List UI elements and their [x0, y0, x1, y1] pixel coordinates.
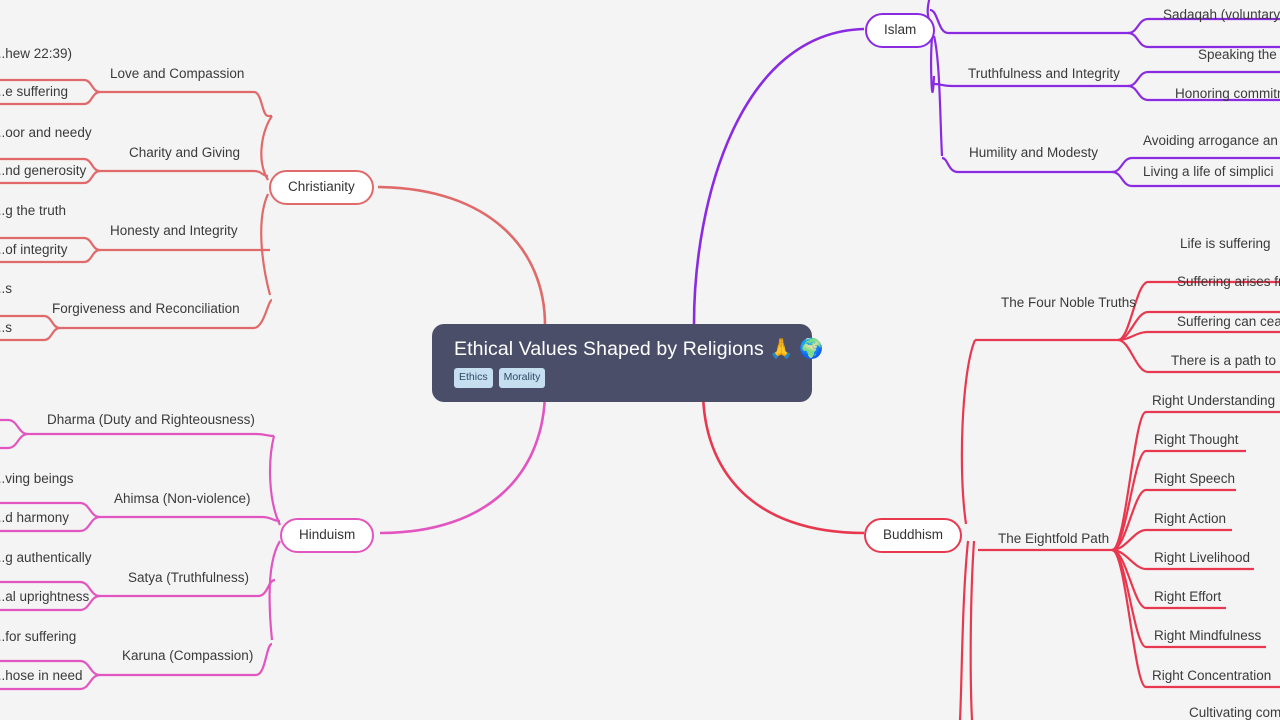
- leaf-buddhism-ep-8[interactable]: Right Concentration: [1152, 669, 1271, 683]
- branch-node-christianity[interactable]: Christianity: [269, 170, 374, 205]
- leaf-buddhism-nt-3[interactable]: Suffering can cea: [1177, 315, 1280, 329]
- leaf-hinduism-karuna-2[interactable]: ...hose in need: [0, 669, 83, 683]
- leaf-islam-sadaqah[interactable]: Sadaqah (voluntary: [1163, 8, 1280, 22]
- root-node[interactable]: Ethical Values Shaped by Religions 🙏 🌍 E…: [432, 324, 824, 402]
- leaf-buddhism-ep-6[interactable]: Right Effort: [1154, 590, 1221, 604]
- leaf-hinduism-karuna-1[interactable]: ...for suffering: [0, 630, 76, 644]
- tag-morality[interactable]: Morality: [498, 368, 546, 388]
- tag-ethics[interactable]: Ethics: [454, 368, 493, 388]
- leaf-hinduism-satya-2[interactable]: ...al uprightness: [0, 590, 89, 604]
- topic-truthfulness-and-integrity[interactable]: Truthfulness and Integrity: [968, 67, 1120, 81]
- branch-node-hinduism[interactable]: Hinduism: [280, 518, 375, 553]
- mindmap-canvas: Ethical Values Shaped by Religions 🙏 🌍 E…: [0, 0, 1280, 720]
- leaf-buddhism-ep-1[interactable]: Right Understanding: [1152, 394, 1275, 408]
- topic-love-and-compassion[interactable]: Love and Compassion: [110, 67, 244, 81]
- leaf-buddhism-ep-5[interactable]: Right Livelihood: [1154, 551, 1250, 565]
- topic-humility-and-modesty[interactable]: Humility and Modesty: [969, 146, 1098, 160]
- leaf-islam-truth-1[interactable]: Speaking the truth: [1198, 48, 1280, 62]
- topic-charity-and-giving[interactable]: Charity and Giving: [129, 146, 240, 160]
- leaf-christianity-forgiveness-1[interactable]: ...s: [0, 282, 12, 296]
- leaf-islam-truth-2[interactable]: Honoring commitm: [1175, 87, 1280, 101]
- topic-honesty-and-integrity[interactable]: Honesty and Integrity: [110, 224, 238, 238]
- edges-hinduism: [0, 389, 547, 691]
- leaf-buddhism-cultivating[interactable]: Cultivating com: [1189, 706, 1280, 720]
- leaf-buddhism-ep-7[interactable]: Right Mindfulness: [1154, 629, 1261, 643]
- branch-node-islam[interactable]: Islam: [865, 13, 936, 48]
- leaf-christianity-love-1[interactable]: ...hew 22:39): [0, 47, 72, 61]
- leaf-christianity-forgiveness-2[interactable]: ...s: [0, 321, 12, 335]
- leaf-buddhism-nt-1[interactable]: Life is suffering: [1180, 237, 1271, 251]
- leaf-christianity-charity-1[interactable]: ...oor and needy: [0, 126, 92, 140]
- root-tags: Ethics Morality: [454, 368, 790, 388]
- leaf-buddhism-ep-3[interactable]: Right Speech: [1154, 472, 1235, 486]
- leaf-buddhism-ep-2[interactable]: Right Thought: [1154, 433, 1239, 447]
- leaf-buddhism-nt-2[interactable]: Suffering arises fr: [1177, 275, 1280, 289]
- leaf-hinduism-satya-1[interactable]: ...g authentically: [0, 551, 92, 565]
- branch-node-buddhism[interactable]: Buddhism: [864, 518, 963, 553]
- root-title: Ethical Values Shaped by Religions 🙏 🌍: [454, 338, 824, 360]
- leaf-christianity-honesty-1[interactable]: ...g the truth: [0, 204, 66, 218]
- leaf-buddhism-ep-4[interactable]: Right Action: [1154, 512, 1226, 526]
- leaf-christianity-honesty-2[interactable]: ...of integrity: [0, 243, 68, 257]
- leaf-buddhism-nt-4[interactable]: There is a path to: [1171, 354, 1276, 368]
- topic-dharma[interactable]: Dharma (Duty and Righteousness): [47, 413, 255, 427]
- topic-forgiveness-and-reconciliation[interactable]: Forgiveness and Reconciliation: [52, 302, 240, 316]
- topic-four-noble-truths[interactable]: The Four Noble Truths: [1001, 296, 1136, 310]
- leaf-islam-humility-2[interactable]: Living a life of simplici: [1143, 165, 1274, 179]
- leaf-christianity-love-2[interactable]: ...e suffering: [0, 85, 68, 99]
- leaf-hinduism-ahimsa-2[interactable]: ...d harmony: [0, 511, 69, 525]
- topic-eightfold-path[interactable]: The Eightfold Path: [998, 532, 1109, 546]
- topic-ahimsa[interactable]: Ahimsa (Non-violence): [114, 492, 251, 506]
- topic-satya[interactable]: Satya (Truthfulness): [128, 571, 249, 585]
- leaf-islam-humility-1[interactable]: Avoiding arrogance an: [1143, 134, 1278, 148]
- leaf-hinduism-ahimsa-1[interactable]: ...ving beings: [0, 472, 74, 486]
- topic-karuna[interactable]: Karuna (Compassion): [122, 649, 253, 663]
- leaf-christianity-charity-2[interactable]: ...nd generosity: [0, 164, 86, 178]
